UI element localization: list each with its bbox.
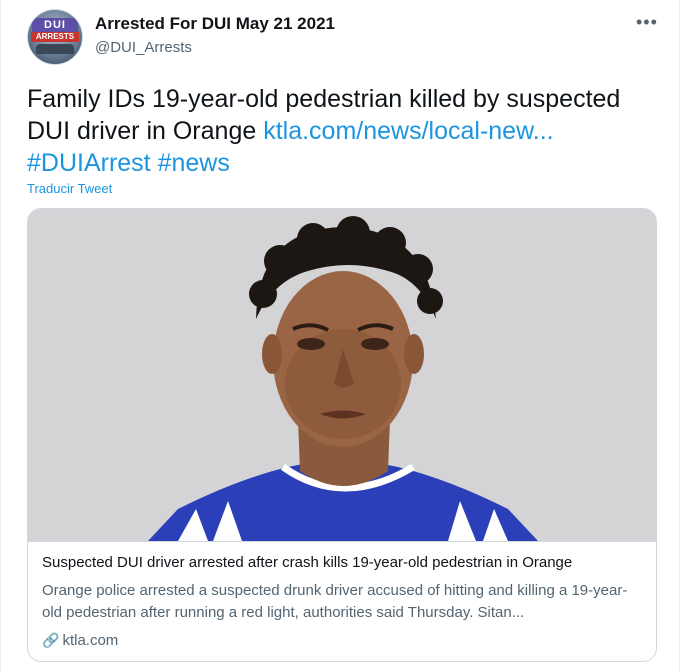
card-image[interactable] [28, 209, 656, 541]
avatar[interactable]: DUI ARRESTS [27, 9, 83, 65]
card-domain-text: ktla.com [62, 632, 119, 649]
card-domain[interactable]: 🔗 ktla.com [42, 632, 118, 649]
avatar-logo-subtext: ARRESTS [31, 32, 79, 42]
timeline-border-right [679, 0, 680, 672]
hashtag-news[interactable]: #news [158, 149, 230, 177]
mugshot-photo [28, 209, 656, 541]
link-icon: 🔗 [42, 632, 60, 648]
tweet-link[interactable]: ktla.com/news/local-new... [263, 117, 553, 145]
avatar-car-graphic [36, 44, 74, 54]
display-name[interactable]: Arrested For DUI May 21 2021 [95, 14, 335, 33]
link-preview-card[interactable]: Suspected DUI driver arrested after cras… [27, 208, 657, 662]
user-handle[interactable]: @DUI_Arrests [95, 39, 192, 56]
display-name-row[interactable]: Arrested For DUI May 21 2021 [95, 14, 335, 34]
card-title[interactable]: Suspected DUI driver arrested after cras… [42, 554, 572, 571]
tweet-text: Family IDs 19-year-old pedestrian killed… [27, 83, 667, 179]
timeline-border-left [0, 0, 1, 672]
card-description: Orange police arrested a suspected drunk… [42, 582, 628, 621]
more-options-icon[interactable]: ••• [636, 12, 658, 33]
card-body[interactable]: Suspected DUI driver arrested after cras… [28, 541, 656, 661]
avatar-logo-text: DUI [32, 18, 78, 32]
hashtag-duiarrest[interactable]: #DUIArrest [27, 149, 151, 177]
translate-tweet-link[interactable]: Traducir Tweet [27, 181, 112, 196]
